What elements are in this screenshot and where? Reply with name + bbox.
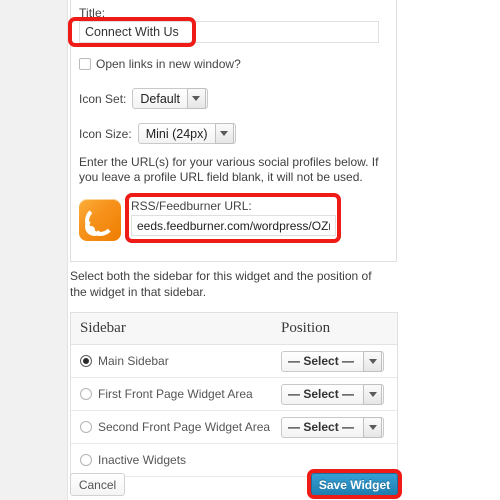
page-gutter-divider [67, 0, 68, 500]
chevron-down-icon[interactable] [363, 350, 383, 372]
icon-size-select[interactable]: Mini (24px) [137, 123, 236, 144]
title-input[interactable] [79, 21, 379, 43]
chevron-down-icon[interactable] [363, 383, 383, 405]
chevron-down-icon[interactable] [186, 88, 206, 109]
icon-set-label: Icon Set: [79, 91, 127, 106]
chevron-down-icon[interactable] [214, 123, 234, 144]
open-links-label: Open links in new window? [96, 57, 241, 71]
rss-url-label: RSS/Feedburner URL: [131, 199, 252, 213]
open-links-checkbox-row[interactable]: Open links in new window? [79, 57, 241, 71]
position-value: — Select — [288, 387, 355, 401]
sidebar-radio-inactive-widgets[interactable] [80, 454, 92, 466]
position-select[interactable]: — Select — [281, 416, 385, 438]
save-widget-button[interactable]: Save Widget [311, 473, 398, 496]
icon-set-value: Default [140, 91, 180, 106]
table-row[interactable]: Main Sidebar — Select — [71, 345, 397, 378]
sidebar-radio-second-front-page-widget-area[interactable] [80, 421, 92, 433]
column-header-position: Position [281, 320, 331, 336]
social-profiles-helper-text: Enter the URL(s) for your various social… [79, 155, 379, 184]
cancel-button[interactable]: Cancel [70, 473, 125, 496]
position-value: — Select — [288, 354, 355, 368]
title-label: Title: [79, 6, 106, 20]
sidebar-radio-first-front-page-widget-area[interactable] [80, 388, 92, 400]
rss-icon [79, 199, 121, 241]
icon-set-select[interactable]: Default [132, 88, 208, 109]
table-header-row: Sidebar Position [71, 313, 397, 345]
icon-set-row: Icon Set: Default [79, 88, 208, 109]
open-links-checkbox[interactable] [79, 58, 91, 70]
column-header-sidebar: Sidebar [80, 320, 126, 336]
icon-size-value: Mini (24px) [145, 126, 208, 141]
table-row[interactable]: First Front Page Widget Area — Select — [71, 378, 397, 411]
sidebar-label: Second Front Page Widget Area [98, 420, 271, 434]
position-select[interactable]: — Select — [281, 350, 385, 372]
chevron-down-icon[interactable] [363, 416, 383, 438]
icon-size-row: Icon Size: Mini (24px) [79, 123, 236, 144]
sidebar-label: First Front Page Widget Area [98, 387, 253, 401]
sidebar-label: Main Sidebar [98, 354, 169, 368]
page-left-gutter [0, 0, 68, 500]
screenshot-root: Title: Open links in new window? Icon Se… [0, 0, 500, 500]
sidebar-radio-main-sidebar[interactable] [80, 355, 92, 367]
sidebar-selection-intro: Select both the sidebar for this widget … [70, 269, 372, 299]
table-row[interactable]: Second Front Page Widget Area — Select — [71, 411, 397, 444]
sidebar-label: Inactive Widgets [98, 453, 187, 467]
position-value: — Select — [288, 420, 355, 434]
sidebar-position-table: Sidebar Position Main Sidebar — Select —… [70, 312, 398, 477]
icon-size-label: Icon Size: [79, 126, 132, 141]
position-select[interactable]: — Select — [281, 383, 385, 405]
rss-url-field[interactable] [131, 215, 336, 236]
